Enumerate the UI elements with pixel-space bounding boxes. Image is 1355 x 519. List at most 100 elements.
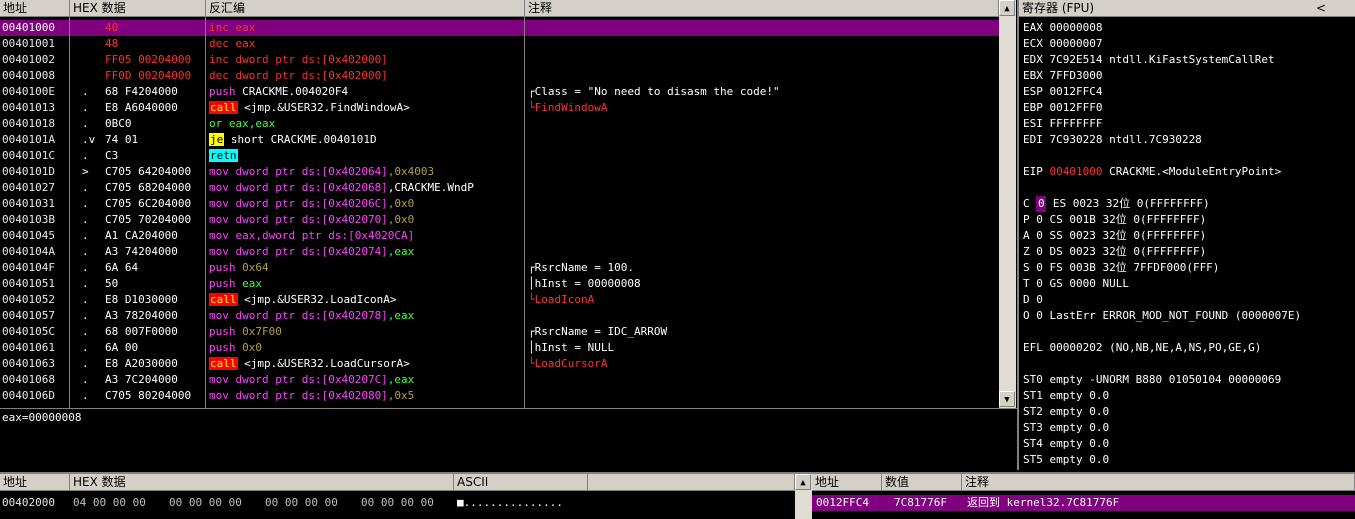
disasm-row[interactable]: 00401045. A1 CA204000 mov eax,dword ptr ds… xyxy=(0,228,999,244)
register-list[interactable]: EAX 00000008 ECX 00000007 EDX 7C92E514 ntd… xyxy=(1019,20,1355,470)
disasm-token: <jmp.&USER32.FindWindowA> xyxy=(237,101,410,114)
register-line[interactable]: S 0 FS 003B 32位 7FFDF000(FFF) xyxy=(1023,260,1219,276)
disasm-row[interactable]: 0040101A .v 74 01 je short CRACKME.0040101D xyxy=(0,132,999,148)
register-line[interactable]: ESI FFFFFFFF xyxy=(1023,116,1102,132)
row-disasm: inc dword ptr ds:[0x402000] xyxy=(209,52,523,68)
stack-scrollbar[interactable]: ▲ xyxy=(795,474,812,519)
row-disasm: call <jmp.&USER32.LoadIconA> xyxy=(209,292,523,308)
register-line[interactable]: Z 0 DS 0023 32位 0(FFFFFFFF) xyxy=(1023,244,1206,260)
register-line[interactable]: EBX 7FFD3000 xyxy=(1023,68,1102,84)
register-line[interactable]: ESP 0012FFC4 xyxy=(1023,84,1102,100)
dump-header-hex[interactable]: HEX 数据 xyxy=(70,474,454,491)
register-line[interactable]: P 0 CS 001B 32位 0(FFFFFFFF) xyxy=(1023,212,1206,228)
register-line[interactable]: EIP 00401000 CRACKME.<ModuleEntryPoint> xyxy=(1023,164,1281,180)
stack-header-comment[interactable]: 注释 xyxy=(962,474,1355,491)
dump-header-ascii[interactable]: ASCII xyxy=(454,474,588,491)
row-hex: E8 A6040000 xyxy=(105,101,178,114)
register-line[interactable]: ST1 empty 0.0 xyxy=(1023,388,1109,404)
dump-row-hex-4: 00 00 00 00 xyxy=(361,496,434,509)
row-marker: . xyxy=(82,373,89,386)
register-line[interactable]: EAX 00000008 xyxy=(1023,20,1102,36)
disasm-row[interactable]: 00401008 FF0D 00204000 dec dword ptr ds:[0… xyxy=(0,68,999,84)
disasm-rows[interactable]: 00401000 40 inc eax 00401001 48 dec eax 004010… xyxy=(0,20,999,408)
disasm-row[interactable]: 00401068. A3 7C204000 mov dword ptr ds:[0x… xyxy=(0,372,999,388)
comment-token: └LoadCursorA xyxy=(528,357,608,370)
disasm-row[interactable]: 00401063. E8 A2030000 call <jmp.&USER32.Lo… xyxy=(0,356,999,372)
register-line[interactable]: EBP 0012FFF0 xyxy=(1023,100,1102,116)
disasm-row[interactable]: 00401001 48 dec eax xyxy=(0,36,999,52)
register-line[interactable]: D 0 xyxy=(1023,292,1043,308)
row-disasm: je short CRACKME.0040101D xyxy=(209,132,523,148)
register-line[interactable]: ST4 empty 0.0 xyxy=(1023,436,1109,452)
row-comment xyxy=(528,68,998,84)
disasm-row[interactable]: 0040103B. C705 70204000 mov dword ptr ds:[… xyxy=(0,212,999,228)
register-line[interactable]: ST3 empty 0.0 xyxy=(1023,420,1109,436)
disasm-row[interactable]: 00401018. 0BC0 or eax,eax xyxy=(0,116,999,132)
disasm-row[interactable]: 00401027. C705 68204000 mov dword ptr ds:[… xyxy=(0,180,999,196)
register-line[interactable]: ST5 empty 0.0 xyxy=(1023,452,1109,468)
col-header-disasm[interactable]: 反汇编 xyxy=(206,0,525,17)
disasm-row[interactable]: 00401057. A3 78204000 mov dword ptr ds:[0x… xyxy=(0,308,999,324)
register-line[interactable]: EDX 7C92E514 ntdll.KiFastSystemCallRet xyxy=(1023,52,1275,68)
dump-header-address[interactable]: 地址 xyxy=(0,474,70,491)
disasm-row[interactable]: 00401051. 50 push eax │hInst = 00000008 xyxy=(0,276,999,292)
row-address: 00401045 xyxy=(2,229,55,242)
register-line[interactable]: EFL 00000202 (NO,NB,NE,A,NS,PO,GE,G) xyxy=(1023,340,1261,356)
col-header-address[interactable]: 地址 xyxy=(0,0,70,17)
register-line[interactable]: O 0 LastErr ERROR_MOD_NOT_FOUND (0000007… xyxy=(1023,308,1301,324)
row-address: 00401051 xyxy=(2,277,55,290)
row-marker: .v xyxy=(82,133,96,146)
col-header-comment[interactable]: 注释 xyxy=(525,0,999,17)
disasm-row[interactable]: 0040101D > C705 64204000 mov dword ptr ds:[… xyxy=(0,164,999,180)
disasm-token: call xyxy=(209,101,238,114)
disasm-row[interactable]: 0040104F. 6A 64 push 0x64 ┌RsrcName = 100. xyxy=(0,260,999,276)
row-address: 0040100E xyxy=(2,85,55,98)
dump-row[interactable]: 00402000 04 00 00 00 00 00 00 00 00 00 0… xyxy=(0,495,795,511)
register-line[interactable]: ST6 empty -0.0000000000000000000 xyxy=(1023,468,1235,470)
disasm-row[interactable]: 00401013. E8 A6040000 call <jmp.&USER32.Fi… xyxy=(0,100,999,116)
row-hex: 6A 00 xyxy=(105,341,139,354)
register-line[interactable]: T 0 GS 0000 NULL xyxy=(1023,276,1129,292)
stack-row[interactable]: 0012FFC4 7C81776F 返回到 kernel32.7C81776F xyxy=(812,495,1355,511)
disasm-token: 0x7F00 xyxy=(242,325,282,338)
register-line[interactable]: ST0 empty -UNORM B880 01050104 00000069 xyxy=(1023,372,1281,388)
disasm-row[interactable]: 0040105C. 68 007F0000 push 0x7F00 ┌RsrcName… xyxy=(0,324,999,340)
disasm-scrollbar[interactable]: ▲ ▼ xyxy=(999,0,1016,408)
scroll-up-button[interactable]: ▲ xyxy=(999,0,1015,16)
scroll-down-button[interactable]: ▼ xyxy=(999,391,1015,407)
disasm-row[interactable]: 00401031. C705 6C204000 mov dword ptr ds:[… xyxy=(0,196,999,212)
disasm-row[interactable]: 0040100E. 68 F4204000 push CRACKME.004020F… xyxy=(0,84,999,100)
disasm-token: ,0x0 xyxy=(387,213,415,226)
row-hex: 74 01 xyxy=(105,133,139,146)
disasm-token: mov dword ptr ds:[0x402070] xyxy=(209,213,388,226)
col-header-hex[interactable]: HEX 数据 xyxy=(70,0,206,17)
disasm-row[interactable]: 0040106D. C705 80204000 mov dword ptr ds:[… xyxy=(0,388,999,404)
row-marker: . xyxy=(82,245,89,258)
collapse-icon[interactable]: < xyxy=(1316,0,1326,16)
row-disasm: dec dword ptr ds:[0x402000] xyxy=(209,68,523,84)
carry-flag-toggle[interactable]: 0 xyxy=(1036,196,1047,212)
stack-header-address[interactable]: 地址 xyxy=(812,474,882,491)
disasm-row[interactable]: 0040101C. C3 retn xyxy=(0,148,999,164)
row-marker: . xyxy=(82,101,89,114)
register-line[interactable]: ECX 00000007 xyxy=(1023,36,1102,52)
register-line[interactable]: C 0 ES 0023 32位 0(FFFFFFFF) xyxy=(1023,196,1210,212)
row-comment xyxy=(528,132,998,148)
stack-header-value[interactable]: 数值 xyxy=(882,474,962,491)
disasm-token: push xyxy=(209,85,243,98)
disasm-token: mov dword ptr ds:[0x402074] xyxy=(209,245,388,258)
disasm-row[interactable]: 00401052. E8 D1030000 call <jmp.&USER32.Lo… xyxy=(0,292,999,308)
scroll-up-button[interactable]: ▲ xyxy=(795,474,811,490)
disasm-row[interactable]: 00401000 40 inc eax xyxy=(0,20,999,36)
row-address: 00401018 xyxy=(2,117,55,130)
register-line[interactable]: ST2 empty 0.0 xyxy=(1023,404,1109,420)
registers-title[interactable]: 寄存器 (FPU) < xyxy=(1019,0,1355,17)
row-address: 0040105C xyxy=(2,325,55,338)
register-line[interactable]: EDI 7C930228 ntdll.7C930228 xyxy=(1023,132,1202,148)
register-line[interactable]: A 0 SS 0023 32位 0(FFFFFFFF) xyxy=(1023,228,1206,244)
disasm-row[interactable]: 00401061. 6A 00 push 0x0 │hInst = NULL xyxy=(0,340,999,356)
row-disasm: push 0x7F00 xyxy=(209,324,523,340)
disasm-row[interactable]: 0040104A. A3 74204000 mov dword ptr ds:[0x… xyxy=(0,244,999,260)
disasm-row[interactable]: 00401002 FF05 00204000 inc dword ptr ds:[0… xyxy=(0,52,999,68)
row-address: 00401068 xyxy=(2,373,55,386)
